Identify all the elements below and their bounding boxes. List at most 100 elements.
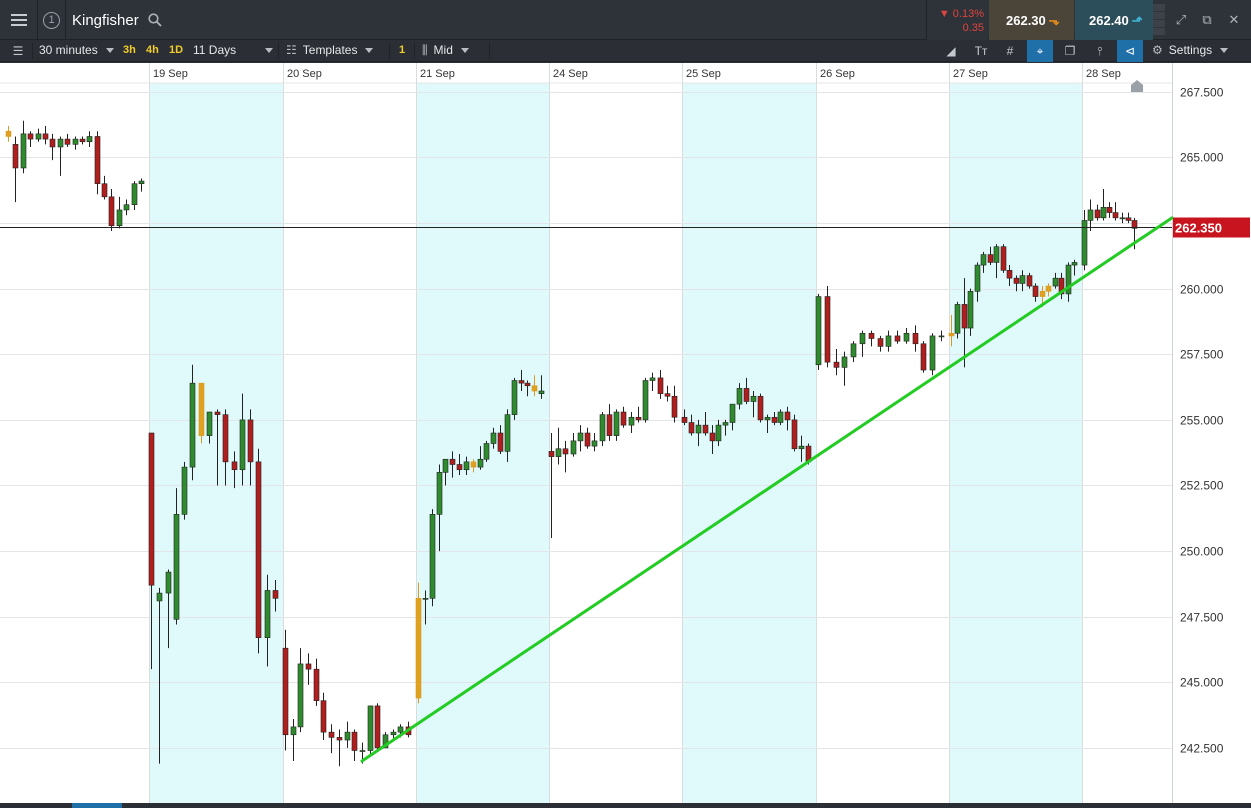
candle-body (477, 458, 484, 468)
grid-icon[interactable]: # (997, 40, 1023, 62)
candle-body (791, 419, 798, 450)
candle-body (231, 461, 238, 471)
candle-body (974, 264, 981, 292)
x-tick-label: 25 Sep (686, 68, 721, 80)
y-tick-label: 250.000 (1180, 545, 1224, 559)
interval-dropdown[interactable]: 30 minutes (39, 40, 114, 62)
settings-button[interactable]: ⚙ Settings (1152, 40, 1229, 62)
templates-dropdown[interactable]: ☷ Templates (286, 40, 374, 62)
x-tick-label: 20 Sep (287, 68, 322, 80)
price-chart[interactable]: 19 Sep 20 Sep 21 Sep 24 Sep 25 Sep 26 Sep 27 S… (0, 63, 1251, 803)
candle-body (320, 700, 327, 733)
preset-4h-button[interactable]: 4h (146, 40, 159, 62)
candle-body (359, 750, 366, 752)
candle-body (436, 472, 443, 515)
candle-body (165, 571, 172, 594)
bottom-strip (0, 803, 1251, 808)
price-tag-icon[interactable]: ⊲ (1117, 40, 1143, 62)
candle-body (12, 144, 19, 169)
candle-body (1119, 217, 1126, 220)
text-tool-icon[interactable]: Tт (968, 40, 994, 62)
candle-body (239, 419, 246, 471)
layers-icon[interactable]: ❐ (1057, 40, 1083, 62)
hamburger-menu-icon[interactable] (0, 0, 38, 40)
preset-1d-button[interactable]: 1D (169, 40, 183, 62)
sell-button[interactable]: 262.30 ⬎ (989, 0, 1074, 40)
pop-out-icon[interactable]: ⧉ (1194, 0, 1220, 40)
search-icon[interactable] (144, 0, 166, 40)
crosshair-icon[interactable]: ⌖ (1027, 40, 1053, 62)
candle-body (894, 335, 901, 342)
candle-body (1013, 277, 1020, 284)
window-number-badge[interactable]: 1 (38, 0, 66, 40)
draw-line-icon[interactable]: ◢ (938, 40, 964, 62)
candle-body (722, 422, 729, 426)
candle-body (671, 395, 678, 418)
sell-price: 262.30 (1006, 13, 1046, 28)
candle-body (635, 416, 642, 421)
candle-body (1045, 285, 1052, 292)
price-change-absolute: 0.35 (962, 22, 984, 34)
candle-body (1006, 270, 1013, 279)
candle-body (954, 304, 961, 334)
candle-body (456, 464, 463, 471)
preset-3h-button[interactable]: 3h (123, 40, 136, 62)
candle-body (784, 411, 791, 421)
candle-body (695, 424, 702, 434)
candle-body (336, 737, 343, 741)
day-band (149, 63, 283, 803)
y-tick-label: 245.000 (1180, 676, 1224, 690)
indicator-icon[interactable]: ⫯ (1087, 40, 1113, 62)
drag-handle-icon[interactable] (1153, 4, 1167, 36)
x-tick-label: 26 Sep (820, 68, 855, 80)
top-bar: 1 Kingfisher ▼ 0.13% 0.35 262.30 ⬎ 262.40… (0, 0, 1251, 40)
chart-toolbar: ☰ 30 minutes 3h 4h 1D 11 Days ☷ Templates… (0, 40, 1251, 62)
candle-body (938, 335, 945, 338)
candle-body (815, 296, 822, 366)
window-number: 1 (43, 11, 60, 29)
candle-body (715, 424, 722, 442)
price-type-dropdown[interactable]: ⫼ Mid (422, 40, 469, 62)
candle-body (777, 411, 784, 423)
candle-body (79, 138, 86, 143)
candle-body (757, 395, 764, 421)
candle-body (116, 209, 123, 226)
candle-body (798, 445, 805, 450)
price-change-percent: ▼ 0.13% (938, 8, 984, 20)
y-tick-label: 265.000 (1180, 151, 1224, 165)
close-icon[interactable]: ✕ (1221, 0, 1247, 40)
candle-body (1112, 212, 1119, 219)
y-tick-label: 252.500 (1180, 479, 1224, 493)
candle-body (497, 432, 504, 452)
buy-price: 262.40 (1089, 13, 1129, 28)
candle-body (538, 390, 545, 394)
candle-body (577, 432, 584, 442)
instrument-name[interactable]: Kingfisher (72, 0, 139, 40)
day-band (416, 63, 549, 803)
candle-body (297, 663, 304, 728)
list-icon[interactable]: ☰ (5, 40, 31, 62)
candle-body (64, 138, 71, 145)
candle-body (548, 451, 555, 457)
candle-body (1094, 209, 1101, 219)
candle-body (1125, 217, 1132, 221)
candle-body (729, 403, 736, 423)
candle-body (351, 731, 358, 751)
candle-body (1000, 246, 1007, 271)
candle-body (736, 388, 743, 405)
trading-app: 1 Kingfisher ▼ 0.13% 0.35 262.30 ⬎ 262.40… (0, 0, 1251, 808)
range-dropdown[interactable]: 11 Days (193, 40, 274, 62)
buy-button[interactable]: 262.40 ⬏ (1075, 0, 1153, 40)
candle-body (313, 668, 320, 701)
price-type-label: Mid (433, 43, 453, 57)
candle-body (606, 414, 613, 436)
y-tick-label: 242.500 (1180, 742, 1224, 756)
chart-canvas[interactable]: 19 Sep 20 Sep 21 Sep 24 Sep 25 Sep 26 Sep 27 S… (0, 63, 1251, 803)
expand-icon[interactable]: ⤢ (1168, 0, 1194, 40)
x-tick-label: 19 Sep (153, 68, 188, 80)
settings-label: Settings (1168, 43, 1213, 57)
candle-body (702, 424, 709, 434)
candle-body (470, 461, 477, 468)
candle-body (101, 183, 108, 198)
candle-body (1039, 290, 1046, 297)
